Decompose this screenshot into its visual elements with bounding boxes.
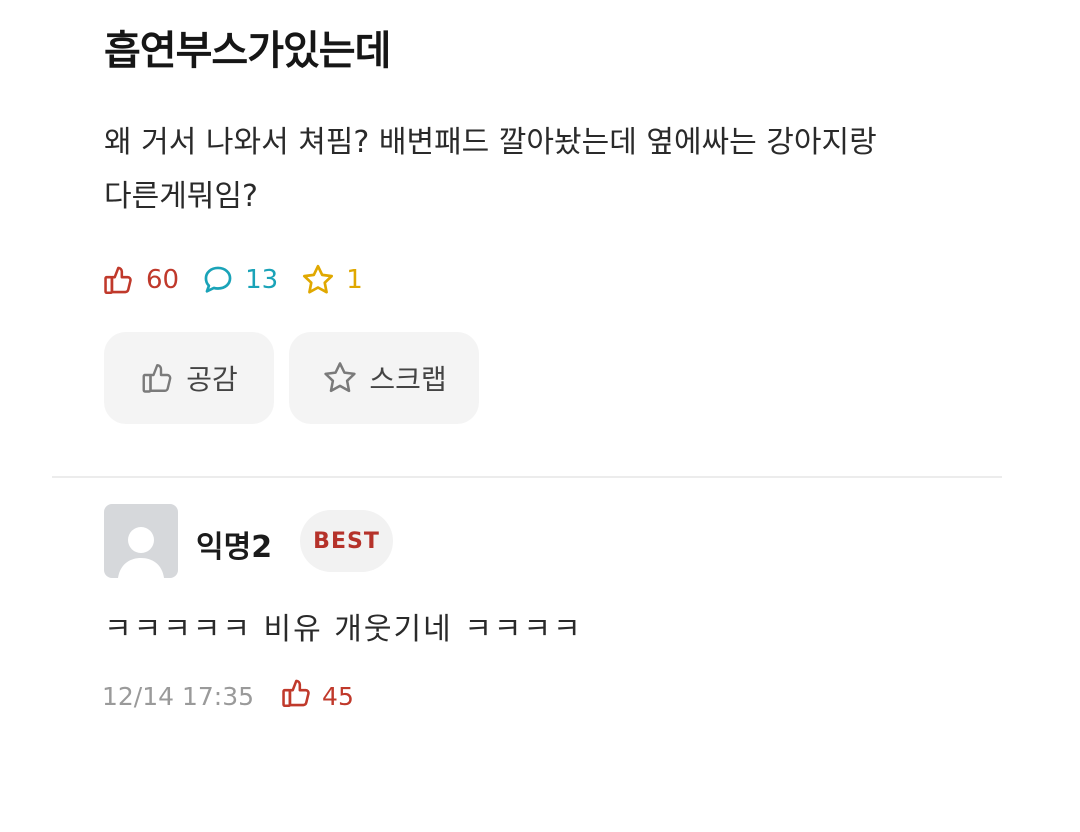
post-body-line: 왜 거서 나와서 쳐핌? 배변패드 깔아놨는데 옆에싸는 강아지랑	[104, 125, 877, 160]
scrap-button-label: 스크랩	[369, 363, 447, 396]
thumbs-up-icon	[102, 263, 136, 297]
section-divider	[52, 476, 1002, 478]
like-button-label: 공감	[186, 363, 238, 396]
comment-timestamp: 12/14 17:35	[102, 681, 255, 711]
comment-text: ㅋㅋㅋㅋㅋ 비유 개웃기네 ㅋㅋㅋㅋ	[104, 612, 583, 647]
post-body-line: 다른게뭐임?	[104, 179, 258, 214]
anonymous-user-icon	[104, 504, 178, 578]
star-icon	[321, 359, 369, 397]
thumbs-up-icon	[140, 360, 186, 396]
thumbs-up-icon	[280, 676, 314, 716]
post-body: 왜 거서 나와서 쳐핌? 배변패드 깔아놨는데 옆에싸는 강아지랑 다른게뭐임?	[104, 116, 1004, 224]
scrap-count-value: 1	[346, 265, 363, 295]
like-button[interactable]: 공감	[104, 332, 274, 424]
scrap-button[interactable]: 스크랩	[289, 332, 479, 424]
scrap-count: 1	[300, 262, 363, 298]
comment-like-count: 45	[322, 681, 354, 711]
like-count-value: 60	[146, 265, 180, 295]
post-title: 흡연부스가있는데	[104, 28, 391, 74]
speech-bubble-icon	[201, 263, 235, 297]
post-stats: 60 13 1	[102, 260, 385, 300]
like-count: 60	[102, 263, 179, 297]
comment-author: 익명2	[196, 530, 273, 565]
comment-meta: 12/14 17:35 45	[102, 676, 354, 716]
comment-count-value: 13	[245, 265, 279, 295]
best-badge: BEST	[300, 510, 393, 572]
comment-like-button[interactable]: 45	[280, 676, 354, 716]
comment-count: 13	[201, 263, 278, 297]
star-icon	[300, 262, 336, 298]
